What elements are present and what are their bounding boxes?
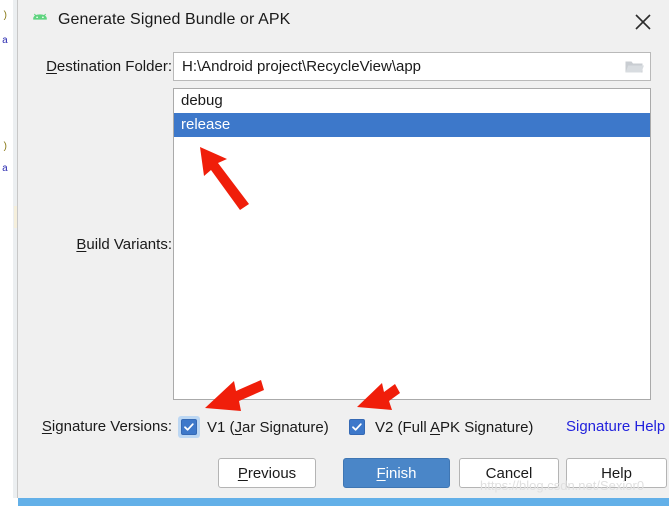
v2-checkbox-slot (346, 416, 368, 438)
cancel-button[interactable]: Cancel (459, 458, 559, 488)
v2-signature-checkbox[interactable]: V2 (Full APK Signature) (346, 416, 533, 438)
checkmark-icon (352, 423, 362, 431)
code-fragment: ) (2, 142, 9, 153)
v1-label-post: ar Signature) (242, 418, 329, 436)
help-button[interactable]: Help (566, 458, 667, 488)
bottom-accent-strip (18, 498, 669, 506)
finish-button-mnemonic: F (376, 464, 386, 482)
checkmark-icon (184, 423, 194, 431)
folder-icon[interactable] (624, 58, 644, 75)
finish-button-label-rest: inish (385, 464, 417, 482)
previous-button-label-rest: revious (247, 464, 297, 482)
destination-folder-field[interactable] (173, 52, 651, 81)
dialog-titlebar: Generate Signed Bundle or APK (18, 0, 669, 44)
dialog-title: Generate Signed Bundle or APK (58, 11, 291, 28)
v1-label-pre: V1 ( (207, 418, 235, 436)
build-variants-label-mnemonic: B (76, 236, 87, 253)
signature-versions-label: Signature Versions: (18, 418, 172, 435)
v2-checkbox-label: V2 (Full APK Signature) (375, 419, 533, 436)
signature-versions-label-rest: ignature Versions: (51, 418, 172, 435)
list-item-debug[interactable]: debug (174, 89, 650, 113)
v1-label-mnemonic: J (234, 418, 243, 436)
destination-folder-label-mnemonic: D (46, 58, 57, 75)
code-fragment: ) (2, 11, 9, 22)
v2-label-pre: V2 (Full (375, 418, 431, 436)
build-variants-list[interactable]: debug release (173, 88, 651, 400)
close-icon[interactable] (631, 10, 655, 34)
generate-signed-bundle-dialog: Generate Signed Bundle or APK Destinatio… (18, 0, 669, 498)
v2-checkbox-box[interactable] (349, 419, 365, 435)
build-variants-label: Build Variants: (18, 236, 172, 253)
v1-checkbox-focus-ring (178, 416, 200, 438)
android-robot-icon (30, 13, 50, 31)
code-fragment: a (2, 164, 9, 175)
code-fragment: a (2, 36, 9, 47)
list-item-release[interactable]: release (174, 113, 650, 137)
destination-folder-label: Destination Folder: (18, 58, 172, 75)
v1-signature-checkbox[interactable]: V1 (Jar Signature) (178, 416, 329, 438)
previous-button[interactable]: Previous (218, 458, 316, 488)
destination-folder-input[interactable] (182, 53, 602, 80)
signature-versions-label-mnemonic: S (41, 418, 52, 435)
v1-checkbox-label: V1 (Jar Signature) (207, 419, 329, 436)
v1-checkbox-box[interactable] (181, 419, 197, 435)
destination-folder-label-rest: estination Folder: (56, 58, 172, 75)
signature-help-link[interactable]: Signature Help (566, 418, 665, 435)
build-variants-label-rest: uild Variants: (86, 236, 172, 253)
v2-label-post: PK Signature) (440, 418, 534, 436)
v2-label-mnemonic: A (430, 418, 441, 436)
previous-button-mnemonic: P (237, 464, 248, 482)
finish-button[interactable]: Finish (343, 458, 450, 488)
